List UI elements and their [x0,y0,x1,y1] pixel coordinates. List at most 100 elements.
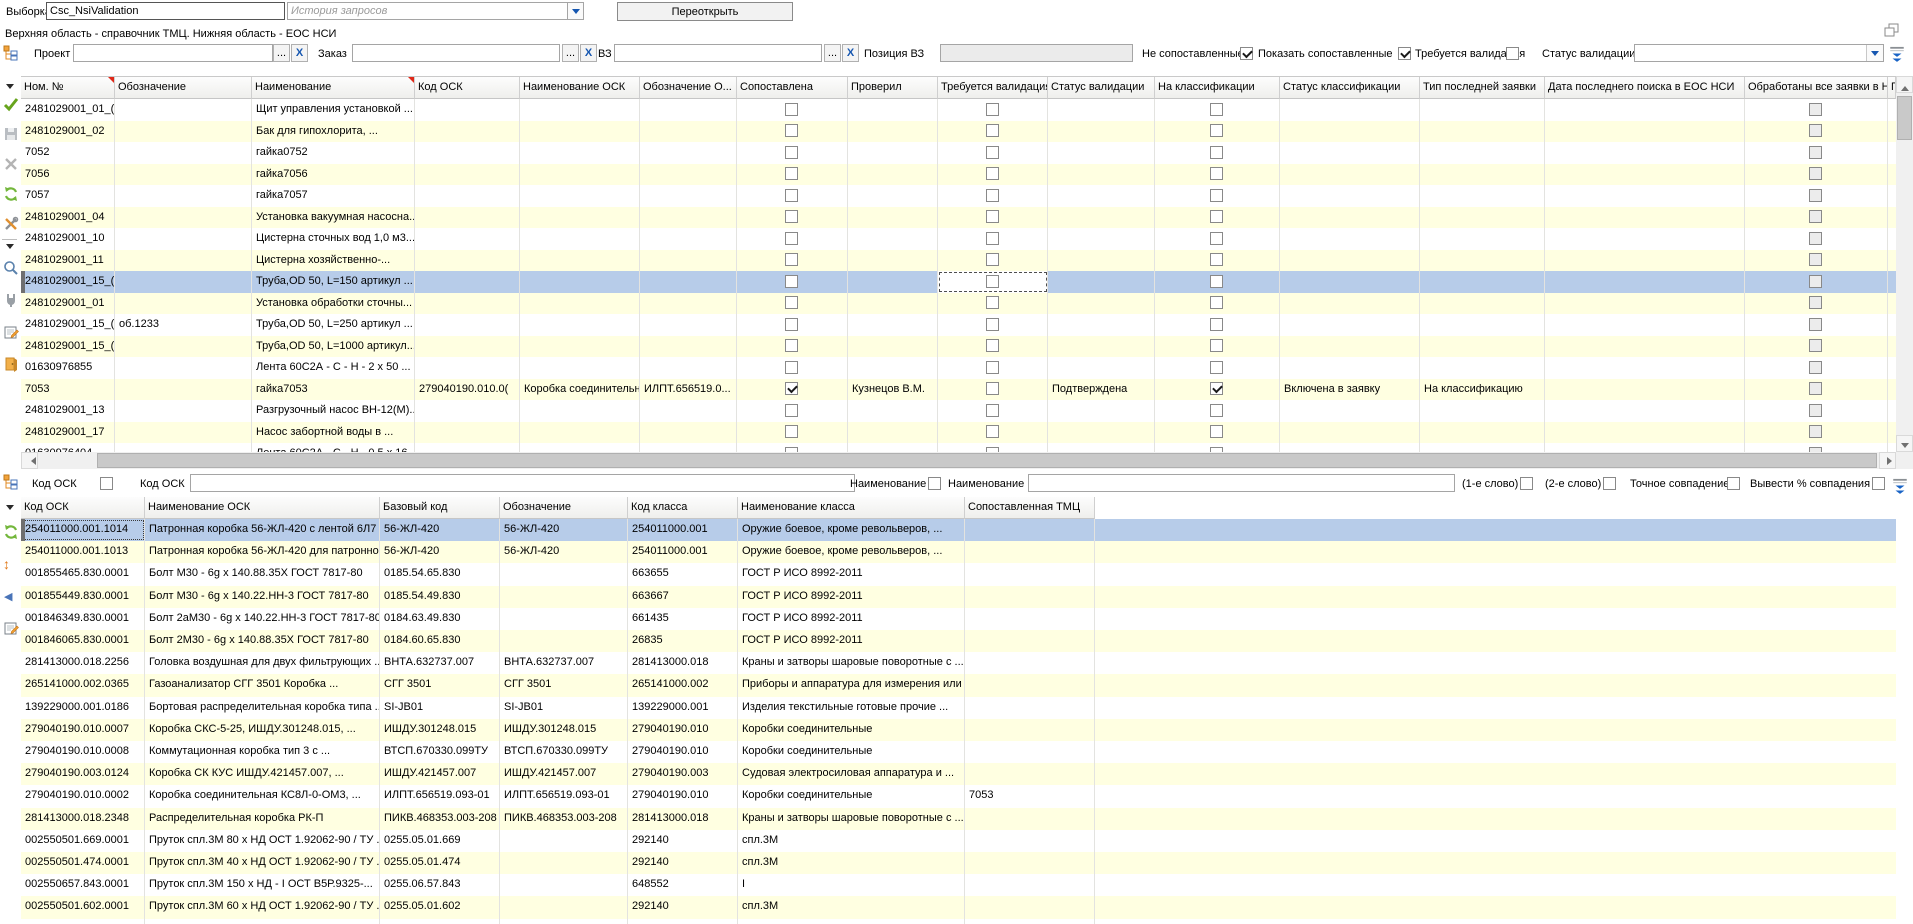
cell[interactable] [848,164,938,186]
cell[interactable] [1745,185,1888,207]
cell[interactable] [115,357,252,379]
cell[interactable] [938,207,1048,229]
cell[interactable]: 281413000.018.2256 [21,652,145,674]
cell[interactable] [1280,207,1420,229]
table-row[interactable]: 01630976855Лента 60С2А - С - Н - 2 х 50 … [21,357,1896,379]
table-row[interactable]: 002550657.857.0001Пруток спл.3М 140 х НД… [21,919,1896,924]
cell-checkbox[interactable] [986,167,999,180]
cell[interactable]: 279040190.010.0007 [21,719,145,741]
cell[interactable] [1155,185,1280,207]
table-row[interactable]: 281413000.018.2348Распределительная коро… [21,808,1896,830]
cell[interactable] [965,741,1095,763]
upper-vertical-scrollbar[interactable] [1896,76,1913,452]
cell[interactable]: 2481029001_15_( [21,336,115,358]
cell[interactable]: 0185.54.49.830 [380,586,500,608]
cell[interactable] [520,271,640,293]
cell[interactable] [938,250,1048,272]
cell[interactable] [1420,336,1545,358]
cell[interactable] [1048,400,1155,422]
cell[interactable]: 0255.06.57.843 [380,874,500,896]
cell[interactable] [640,164,737,186]
cell[interactable] [520,250,640,272]
cell[interactable]: 292140 [628,852,738,874]
cell[interactable] [1745,293,1888,315]
cell[interactable] [938,422,1048,444]
cell-checkbox[interactable] [1809,382,1822,395]
cell[interactable] [115,228,252,250]
cell[interactable]: спл.3М [738,852,965,874]
cell[interactable]: Труба,OD 50, L=150 артикул ... [252,271,415,293]
cell[interactable]: 254011000.001 [628,519,738,541]
cell-checkbox[interactable] [1809,296,1822,309]
cell[interactable]: Краны и затворы шаровые поворотные с ... [738,652,965,674]
cell[interactable] [1545,314,1745,336]
cell[interactable]: Бак для гипохлорита, ... [252,121,415,143]
cell[interactable]: Коробки соединительные [738,785,965,807]
cell[interactable] [520,336,640,358]
cell[interactable] [1155,121,1280,143]
cell[interactable] [1545,379,1745,401]
cell[interactable] [965,719,1095,741]
cell[interactable]: 002550657.857.0001 [21,919,145,924]
cell[interactable] [965,519,1095,541]
table-row[interactable]: 002550501.669.0001Пруток спл.3М 80 х НД … [21,830,1896,852]
cell[interactable] [1888,185,1896,207]
history-dropdown-button[interactable] [567,2,584,20]
back-arrow-icon[interactable]: ◀ [4,589,12,605]
cell[interactable]: 7052 [21,142,115,164]
cell[interactable] [1048,99,1155,121]
cell[interactable] [965,674,1095,696]
cell[interactable] [965,896,1095,918]
cell[interactable] [115,185,252,207]
table-row[interactable]: 2481029001_10Цистерна сточных вод 1,0 м3… [21,228,1896,250]
cell[interactable]: об.1233 [115,314,252,336]
cell-checkbox[interactable] [1210,167,1223,180]
cell[interactable] [415,336,520,358]
table-row[interactable]: 139229000.001.0186Бортовая распределител… [21,697,1896,719]
cell[interactable] [848,250,938,272]
cell-checkbox[interactable] [1210,339,1223,352]
cell[interactable] [1745,271,1888,293]
cell[interactable] [737,422,848,444]
table-row[interactable]: 001855465.830.0001Болт М30 - 6g х 140.88… [21,563,1896,585]
cell[interactable]: 26835 [628,630,738,652]
cell[interactable] [737,400,848,422]
cell[interactable] [848,400,938,422]
cell[interactable] [1745,336,1888,358]
cell[interactable] [1280,185,1420,207]
cell[interactable]: Краны и затворы шаровые поворотные с ... [738,808,965,830]
cell[interactable] [965,541,1095,563]
cell[interactable]: ВНТА.632737.007 [500,652,628,674]
cell[interactable]: 0185.54.65.830 [380,563,500,585]
table-row[interactable]: 001846065.830.0001Болт 2М30 - 6g х 140.8… [21,630,1896,652]
cell[interactable] [115,99,252,121]
cell[interactable] [1545,207,1745,229]
cell[interactable] [415,271,520,293]
cell-checkbox[interactable] [986,404,999,417]
cell[interactable]: 292140 [628,830,738,852]
cell-checkbox[interactable] [1210,146,1223,159]
cell-checkbox[interactable] [785,296,798,309]
table-row[interactable]: 7056гайка7056 [21,164,1896,186]
cell[interactable] [848,207,938,229]
cell[interactable] [415,400,520,422]
cell[interactable] [1745,357,1888,379]
cell[interactable]: 2481029001_01_( [21,99,115,121]
cell[interactable] [848,293,938,315]
cell[interactable] [520,357,640,379]
cell[interactable] [115,379,252,401]
cell[interactable]: ВТСП.670330.099ТУ [500,741,628,763]
cell[interactable]: 2481029001_17 [21,422,115,444]
cell[interactable] [415,99,520,121]
cell[interactable]: ВНТА.632737.007 [380,652,500,674]
column-header[interactable]: Проверил [848,77,938,99]
word2-checkbox[interactable] [1603,477,1616,490]
cell-checkbox[interactable] [1809,425,1822,438]
column-header[interactable]: Наименование класса [738,497,965,519]
column-header[interactable]: Дата последнего поиска в ЕОС НСИ [1545,77,1745,99]
cell[interactable] [1280,357,1420,379]
table-row[interactable]: 7052гайка0752 [21,142,1896,164]
tree-icon[interactable] [3,45,19,61]
selection-input[interactable] [46,2,285,20]
cell[interactable]: ИШДУ.301248.015 [500,719,628,741]
